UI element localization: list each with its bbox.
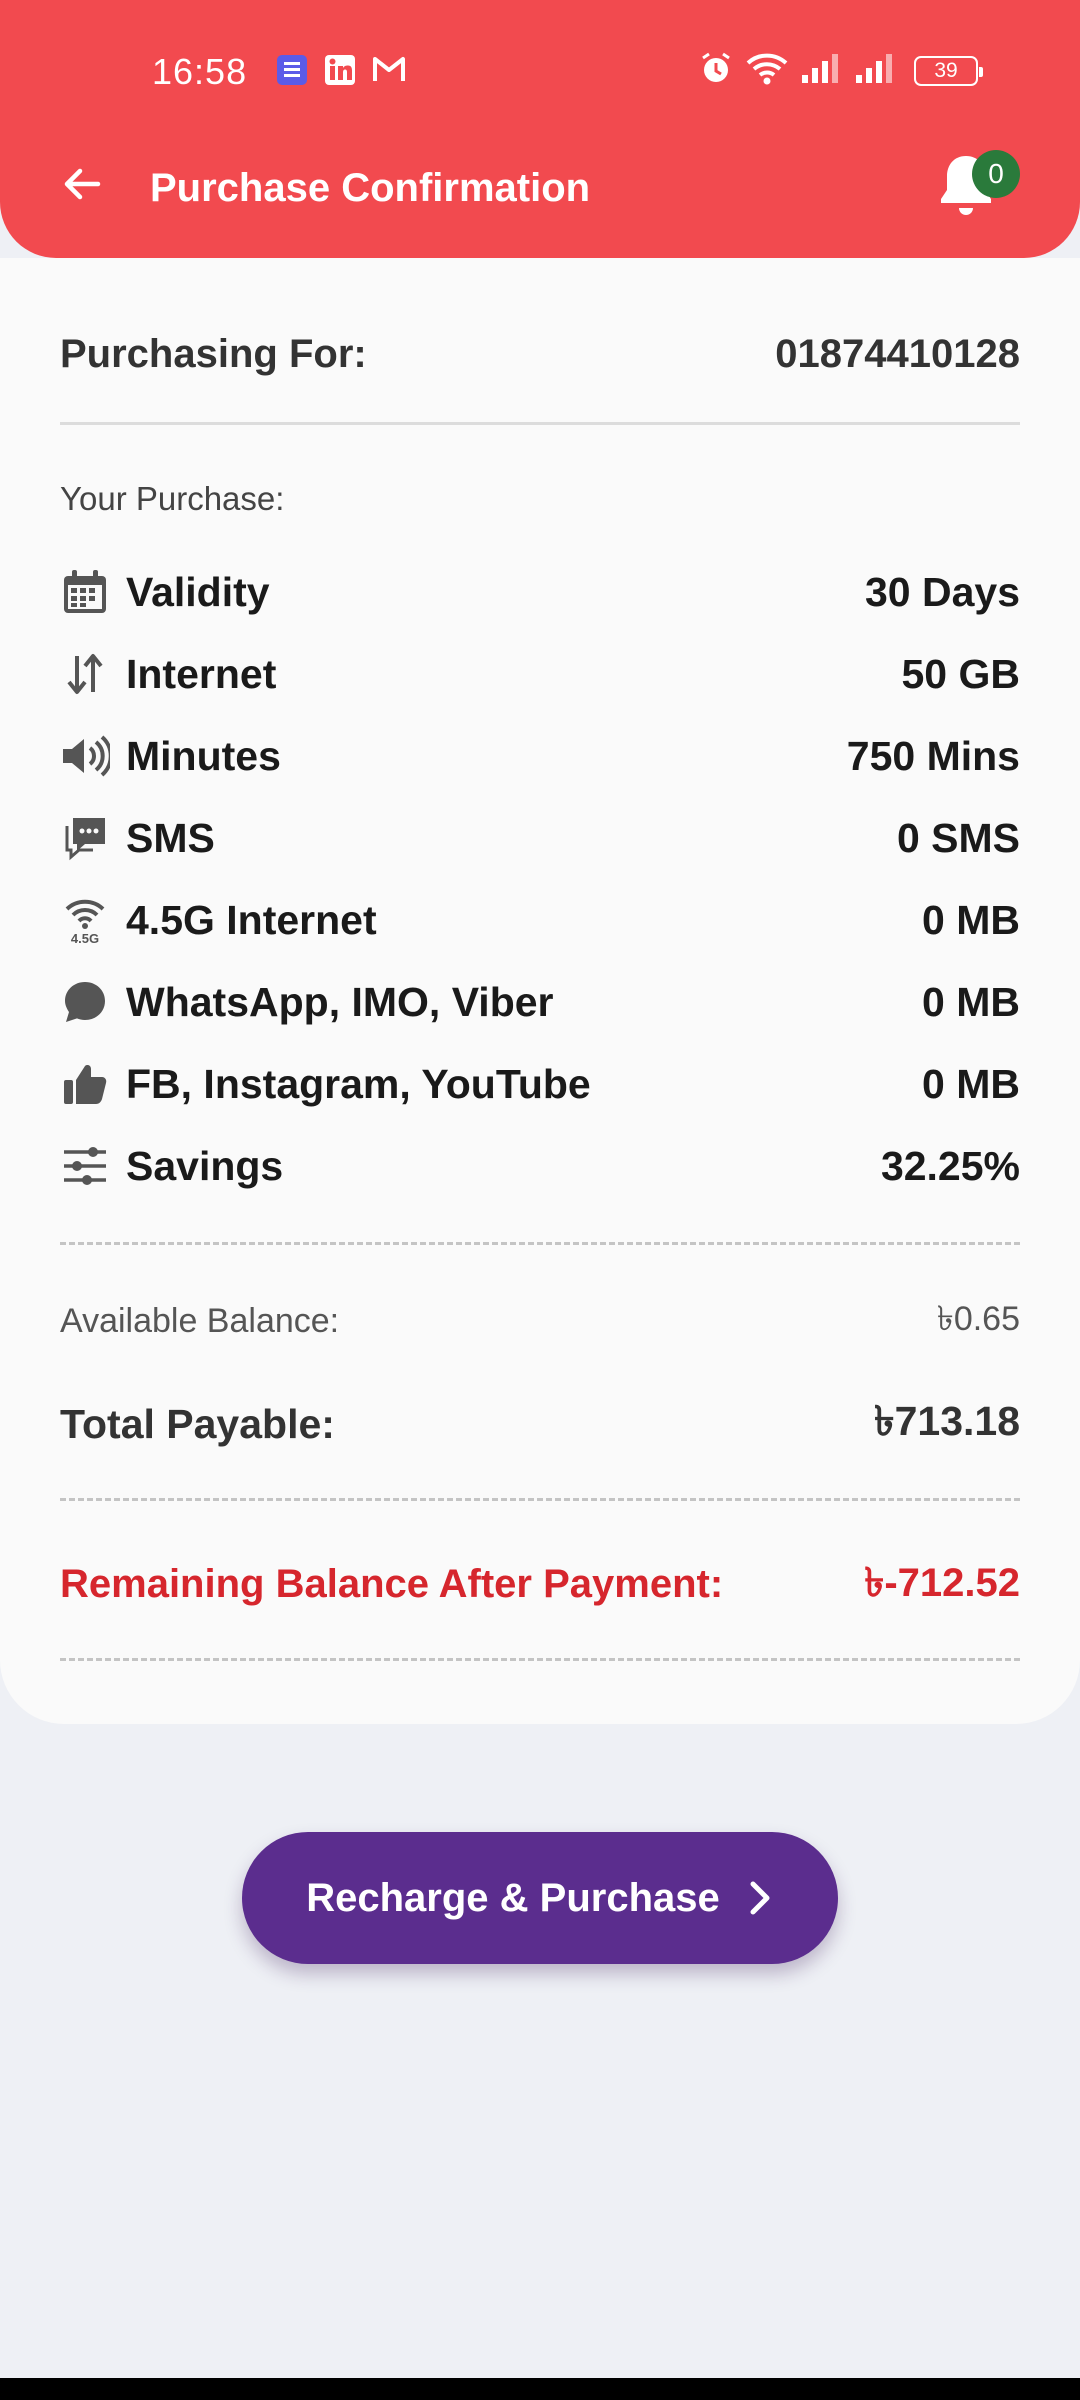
dashed-divider — [60, 1242, 1020, 1245]
feature-label: SMS — [126, 814, 215, 861]
message-bubble-icon — [60, 977, 110, 1027]
feature-row-validity: Validity 30 Days — [60, 562, 1020, 622]
feature-row-4-5g-internet: 4.5G 4.5G Internet 0 MB — [60, 890, 1020, 950]
wifi-4-5g-icon: 4.5G — [60, 895, 110, 945]
system-navigation-bar — [0, 2378, 1080, 2400]
feature-label: WhatsApp, IMO, Viber — [126, 978, 554, 1025]
feature-row-sms: SMS 0 SMS — [60, 808, 1020, 868]
divider — [60, 422, 1020, 425]
linkedin-icon — [324, 54, 356, 91]
remaining-balance-value: ৳-712.52 — [864, 1560, 1020, 1605]
feature-row-messaging: WhatsApp, IMO, Viber 0 MB — [60, 972, 1020, 1032]
page-title: Purchase Confirmation — [150, 166, 591, 210]
feature-label: Savings — [126, 1142, 284, 1189]
purchase-summary-card: Purchasing For: 01874410128 Your Purchas… — [0, 258, 1080, 1724]
feature-label: FB, Instagram, YouTube — [126, 1060, 591, 1107]
feature-value: 32.25% — [880, 1142, 1020, 1189]
remaining-balance-row: Remaining Balance After Payment: ৳-712.5… — [60, 1554, 1020, 1614]
feature-row-internet: Internet 50 GB — [60, 644, 1020, 704]
feature-value: 50 GB — [901, 650, 1021, 697]
calendar-icon — [60, 567, 110, 617]
feature-row-minutes: Minutes 750 Mins — [60, 726, 1020, 786]
total-payable-row: Total Payable: ৳713.18 — [60, 1394, 1020, 1454]
app-header: 16:58 39 Purchase Confirmation 0 — [0, 0, 1080, 258]
notification-badge: 0 — [972, 150, 1020, 198]
feature-value: 750 Mins — [846, 732, 1020, 779]
wifi-icon — [744, 50, 790, 91]
chevron-right-icon — [746, 1878, 774, 1918]
chat-icon — [60, 813, 110, 863]
battery-indicator: 39 — [914, 55, 983, 86]
status-bar: 16:58 39 — [0, 0, 1080, 140]
purchasing-for-row: Purchasing For: 01874410128 — [60, 324, 1020, 384]
total-payable-value: ৳713.18 — [874, 1397, 1020, 1444]
back-arrow-icon[interactable] — [58, 160, 106, 208]
svg-text:4.5G: 4.5G — [71, 931, 99, 945]
feature-value: 0 MB — [922, 1060, 1020, 1107]
thumbs-up-icon — [60, 1059, 110, 1109]
status-time: 16:58 — [152, 51, 248, 92]
phone-number: 01874410128 — [775, 331, 1020, 376]
available-balance-row: Available Balance: ৳0.65 — [60, 1296, 1020, 1346]
status-system-icons: 39 — [698, 50, 983, 91]
feature-label: Internet — [126, 650, 277, 697]
purchasing-for-label: Purchasing For: — [60, 331, 367, 376]
available-balance-label: Available Balance: — [60, 1301, 340, 1340]
feature-row-social: FB, Instagram, YouTube 0 MB — [60, 1054, 1020, 1114]
feature-value: 0 MB — [922, 896, 1020, 943]
your-purchase-label: Your Purchase: — [60, 480, 285, 517]
speaker-icon — [60, 731, 110, 781]
alarm-icon — [698, 50, 734, 91]
data-transfer-icon — [60, 649, 110, 699]
signal-icon — [800, 51, 844, 90]
cta-label: Recharge & Purchase — [306, 1875, 720, 1920]
remaining-balance-label: Remaining Balance After Payment: — [60, 1561, 724, 1606]
feature-value: 30 Days — [864, 568, 1020, 615]
feature-label: Minutes — [126, 732, 281, 779]
feature-label: 4.5G Internet — [126, 896, 377, 943]
dashed-divider — [60, 1658, 1020, 1661]
feature-row-savings: Savings 32.25% — [60, 1136, 1020, 1196]
tasks-icon — [276, 54, 308, 91]
dashed-divider — [60, 1498, 1020, 1501]
gmail-icon — [372, 54, 406, 91]
feature-label: Validity — [126, 568, 270, 615]
recharge-and-purchase-button[interactable]: Recharge & Purchase — [242, 1832, 838, 1964]
total-payable-label: Total Payable: — [60, 1400, 335, 1447]
available-balance-value: ৳0.65 — [936, 1299, 1020, 1338]
feature-value: 0 SMS — [896, 814, 1020, 861]
sliders-icon — [60, 1141, 110, 1191]
status-app-icons — [276, 54, 406, 91]
feature-value: 0 MB — [922, 978, 1020, 1025]
signal-icon — [854, 51, 898, 90]
